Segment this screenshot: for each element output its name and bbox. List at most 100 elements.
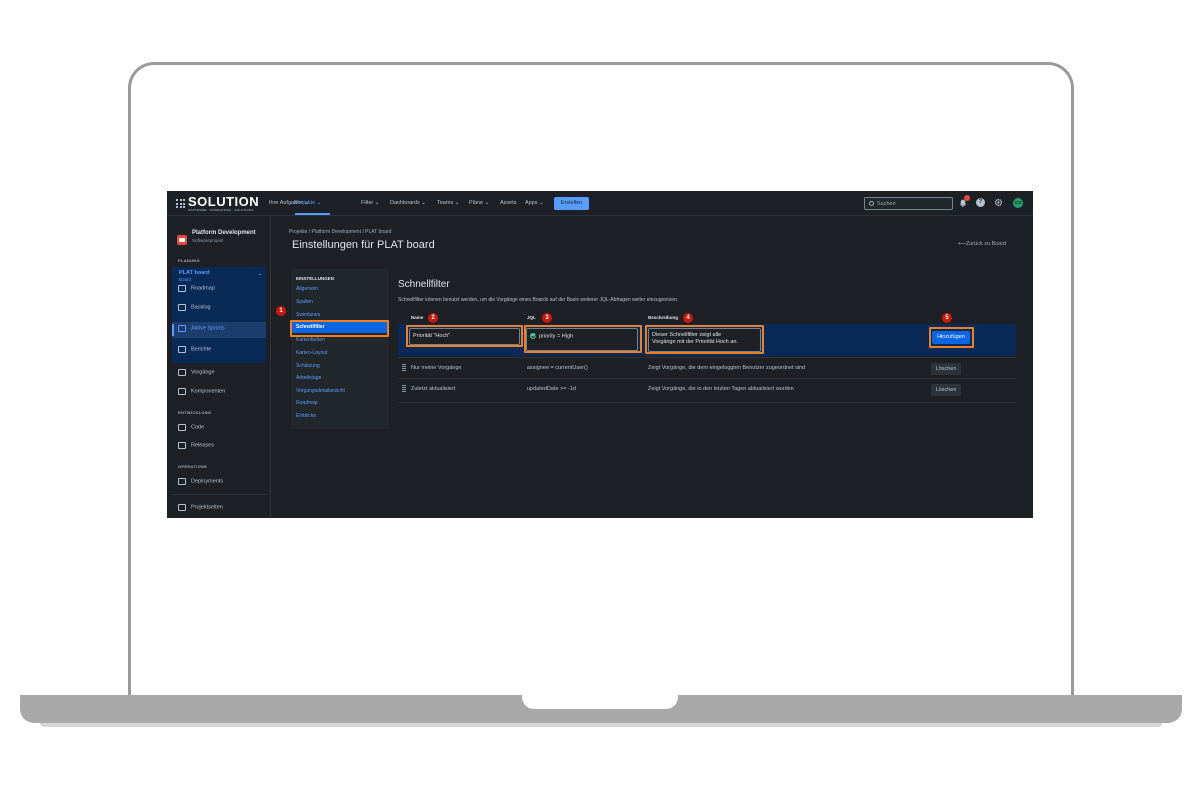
table-cell-description: Zeigt Vorgänge, die dem eingeloggten Ben… xyxy=(648,365,806,371)
settings-nav: EINSTELLUNGEN Allgemein Spalten Swimlane… xyxy=(291,269,389,429)
back-to-board-link[interactable]: ⟵Zurück zu Board xyxy=(958,241,1006,247)
row-divider xyxy=(398,378,1016,379)
settings-item-card-colors[interactable]: Kartenfarben xyxy=(296,337,325,343)
sidebar-divider xyxy=(172,494,266,495)
row-divider xyxy=(398,402,1016,403)
create-button[interactable]: Erstellen xyxy=(554,197,589,210)
settings-item-working-days[interactable]: Arbeitstage xyxy=(296,375,321,381)
highlight-add-button xyxy=(929,327,974,348)
section-label-planning: PLANUNG xyxy=(178,258,200,263)
sidebar-item-label: Code xyxy=(191,424,205,431)
sidebar-item-label: Komponenten xyxy=(191,388,226,395)
step-marker-5: 5 xyxy=(942,313,952,323)
row-divider xyxy=(398,357,1016,358)
settings-item-swimlanes[interactable]: Swimlanes xyxy=(296,312,320,318)
sidebar-item-label: Berichte xyxy=(191,346,212,353)
help-icon[interactable]: ? xyxy=(976,198,985,207)
highlight-jql-field xyxy=(524,325,642,353)
sidebar-item-backlog[interactable]: Backlog xyxy=(178,304,211,311)
sidebar-item-label: Vorgänge xyxy=(191,369,215,376)
table-cell-name: Zuletzt aktualisiert xyxy=(411,386,456,392)
search-icon xyxy=(869,201,874,206)
highlight-quick-filters xyxy=(290,320,389,337)
search-input[interactable]: Suchen xyxy=(864,197,953,210)
step-marker-1: 1 xyxy=(276,306,286,316)
sidebar-item-code[interactable]: Code xyxy=(178,424,204,431)
logo-text: SOLUTION xyxy=(188,194,260,209)
sidebar-item-releases[interactable]: Releases xyxy=(178,442,214,449)
sidebar-item-project-pages[interactable]: Projektseiten xyxy=(178,504,223,511)
nav-apps[interactable]: Apps ⌄ xyxy=(525,200,544,206)
laptop-foot xyxy=(40,723,1162,727)
column-header-jql: JQL xyxy=(527,315,536,320)
nav-teams[interactable]: Teams ⌄ xyxy=(437,200,459,206)
settings-item-insights[interactable]: Einblicke xyxy=(296,413,316,419)
settings-item-general[interactable]: Allgemein xyxy=(296,286,318,292)
page-icon xyxy=(178,504,186,511)
avatar[interactable]: CS xyxy=(1013,198,1023,208)
logo[interactable]: SOLUTION SOFTWARE · CONSULTING · SOLUTIO… xyxy=(188,194,260,213)
sidebar-item-reports[interactable]: Berichte xyxy=(178,346,211,353)
settings-item-columns[interactable]: Spalten xyxy=(296,299,313,305)
code-icon xyxy=(178,424,186,431)
components-icon xyxy=(178,388,186,395)
column-header-description: Beschreibung xyxy=(648,315,679,320)
sidebar-item-label: Projektseiten xyxy=(191,504,223,511)
section-title: Schnellfilter xyxy=(398,279,450,290)
highlight-description-field xyxy=(645,325,764,354)
table-cell-description: Zeigt Vorgänge, die in den letzten Tagen… xyxy=(648,386,794,392)
settings-item-roadmap[interactable]: Roadmap xyxy=(296,400,318,406)
nav-projects[interactable]: Projekte ⌄ xyxy=(295,200,321,206)
settings-item-card-layout[interactable]: Karten-Layout xyxy=(296,350,327,356)
sidebar-item-issues[interactable]: Vorgänge xyxy=(178,369,215,376)
backlog-icon xyxy=(178,304,186,311)
project-type: Softwareprojekt xyxy=(192,238,224,243)
nav-filters[interactable]: Filter ⌄ xyxy=(361,200,379,206)
breadcrumb[interactable]: Projekte / Platform Development / PLAT b… xyxy=(289,229,391,235)
settings-heading: EINSTELLUNGEN xyxy=(296,276,335,281)
search-placeholder: Suchen xyxy=(877,201,896,207)
app-switcher-icon[interactable] xyxy=(176,199,185,208)
project-avatar-icon xyxy=(177,235,187,245)
nav-assets[interactable]: Assets xyxy=(500,200,517,206)
sidebar-item-label: Aktive Sprints xyxy=(191,325,225,332)
settings-item-estimation[interactable]: Schätzung xyxy=(296,363,320,369)
drag-handle-icon[interactable] xyxy=(402,385,406,393)
sidebar-item-label: Releases xyxy=(191,442,214,449)
table-cell-jql: updatedDate >= -1d xyxy=(527,386,576,392)
board-title: PLAT board xyxy=(179,270,210,276)
drag-handle-icon[interactable] xyxy=(402,364,406,372)
sidebar-item-label: Backlog xyxy=(191,304,211,311)
ship-icon xyxy=(178,442,186,449)
chevron-down-icon[interactable]: ⌄ xyxy=(258,271,262,277)
sidebar: Platform Development Softwareprojekt PLA… xyxy=(167,216,271,518)
nav-dashboards[interactable]: Dashboards ⌄ xyxy=(390,200,426,206)
board-subtitle: Board xyxy=(179,277,192,282)
project-name[interactable]: Platform Development xyxy=(192,230,256,236)
logo-tagline: SOFTWARE · CONSULTING · SOLUTIONS xyxy=(188,208,254,212)
roadmap-icon xyxy=(178,285,186,292)
delete-button[interactable]: Löschen xyxy=(931,384,961,396)
settings-item-issue-detail-view[interactable]: Vorgangsdetailansicht xyxy=(296,388,345,394)
sidebar-item-deployments[interactable]: Deployments xyxy=(178,478,223,485)
sidebar-item-label: Deployments xyxy=(191,478,224,485)
section-description: Schnellfilter können benutzt werden, um … xyxy=(398,297,679,303)
chart-icon xyxy=(178,346,186,353)
delete-button[interactable]: Löschen xyxy=(931,363,961,375)
sidebar-item-roadmap[interactable]: Roadmap xyxy=(178,285,215,292)
top-navigation: SOLUTION SOFTWARE · CONSULTING · SOLUTIO… xyxy=(167,191,1033,216)
gear-icon[interactable] xyxy=(994,198,1003,207)
nav-plans[interactable]: Pläne ⌄ xyxy=(469,200,489,206)
table-cell-jql: assignee = currentUser() xyxy=(527,365,588,371)
board-icon xyxy=(178,325,186,332)
sidebar-item-label: Roadmap xyxy=(191,285,215,292)
nav-active-indicator xyxy=(295,213,330,215)
step-marker-4: 4 xyxy=(683,313,693,323)
page: SOLUTION SOFTWARE · CONSULTING · SOLUTIO… xyxy=(0,0,1200,790)
sidebar-item-components[interactable]: Komponenten xyxy=(178,388,225,395)
sidebar-item-active-sprints[interactable]: Aktive Sprints xyxy=(178,325,225,332)
section-label-development: ENTWICKLUNG xyxy=(178,410,212,415)
step-marker-3: 3 xyxy=(542,313,552,323)
issues-icon xyxy=(178,369,186,376)
active-indicator xyxy=(172,324,174,336)
